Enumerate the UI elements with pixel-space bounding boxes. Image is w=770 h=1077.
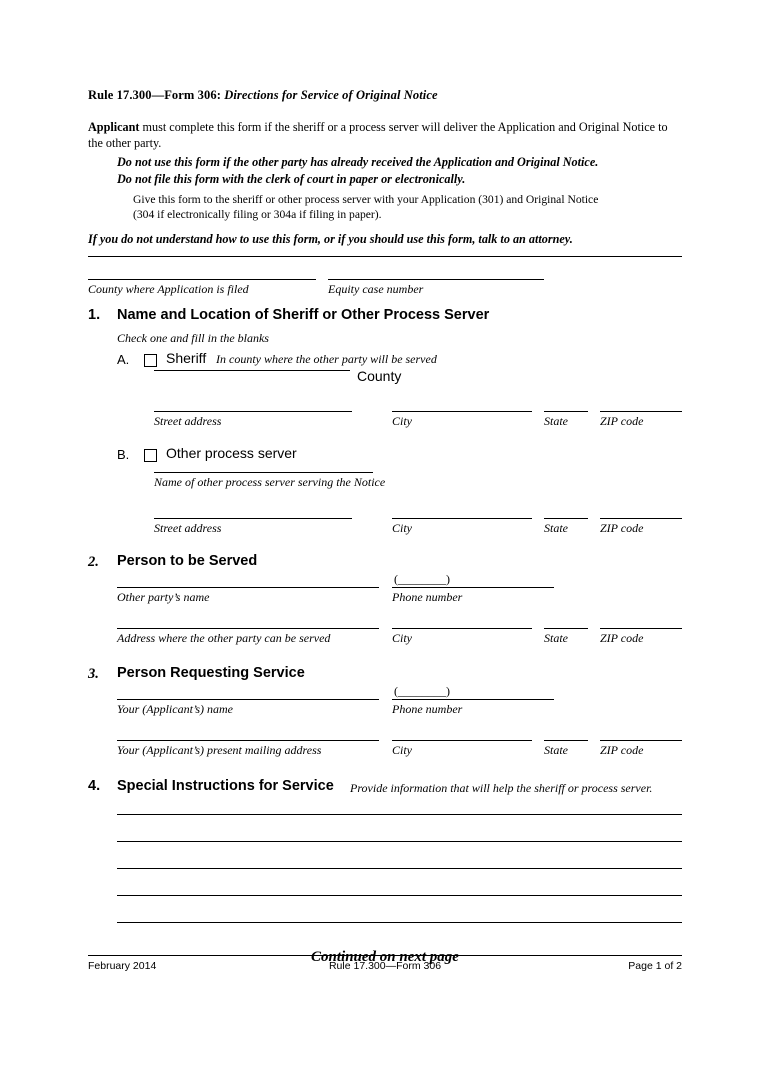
special-instructions-line-2[interactable] — [117, 841, 682, 842]
applicant-address-line[interactable] — [117, 740, 379, 741]
option-b-letter: B. — [117, 447, 130, 462]
section2-number: 2. — [88, 554, 99, 570]
server-street-caption: Street address — [154, 521, 222, 535]
other-party-address-caption: Address where the other party can be ser… — [117, 631, 331, 645]
sheriff-zip-line[interactable] — [600, 411, 682, 412]
document-title: Rule 17.300—Form 306: Directions for Ser… — [88, 88, 682, 103]
applicant-state-line[interactable] — [544, 740, 588, 741]
applicant-phone-line[interactable] — [392, 699, 554, 700]
applicant-paragraph: Applicant must complete this form if the… — [88, 120, 682, 151]
section3-title: Person Requesting Service — [117, 665, 305, 681]
server-zip-line[interactable] — [600, 518, 682, 519]
special-instructions-line-5[interactable] — [117, 922, 682, 923]
sheriff-street-line[interactable] — [154, 411, 352, 412]
attorney-note: If you do not understand how to use this… — [88, 232, 573, 246]
other-party-phone-paren: (________) — [394, 572, 450, 586]
footer-date: February 2014 — [88, 960, 157, 972]
other-party-state-caption: State — [544, 631, 568, 645]
server-city-line[interactable] — [392, 518, 532, 519]
document-body: Rule 17.300—Form 306: Directions for Ser… — [88, 88, 682, 1077]
other-party-address-line[interactable] — [117, 628, 379, 629]
instruction-line-2: (304 if electronically filing or 304a if… — [133, 208, 382, 221]
option-a-note: In county where the other party will be … — [216, 352, 437, 366]
title-suffix: Directions for Service of Original Notic… — [224, 88, 438, 102]
county-input-line[interactable] — [88, 279, 316, 280]
server-street-line[interactable] — [154, 518, 352, 519]
page-footer: February 2014 Rule 17.300—Form 306 Page … — [88, 955, 682, 978]
applicant-state-caption: State — [544, 743, 568, 757]
sheriff-zip-caption: ZIP code — [600, 414, 644, 428]
instruction-line-1: Give this form to the sheriff or other p… — [133, 193, 599, 206]
option-a-checkbox[interactable] — [144, 354, 157, 367]
sheriff-county-word: County — [357, 368, 402, 384]
footer-page-number: Page 1 of 2 — [628, 960, 682, 972]
applicant-text: must complete this form if the sheriff o… — [88, 120, 668, 150]
section4-title: Special Instructions for Service — [117, 778, 334, 794]
special-instructions-line-1[interactable] — [117, 814, 682, 815]
other-party-zip-line[interactable] — [600, 628, 682, 629]
applicant-address-caption: Your (Applicant’s) present mailing addre… — [117, 743, 322, 757]
sheriff-state-caption: State — [544, 414, 568, 428]
other-party-state-line[interactable] — [544, 628, 588, 629]
server-state-caption: State — [544, 521, 568, 535]
option-a-letter: A. — [117, 352, 130, 367]
section4-number: 4. — [88, 778, 101, 794]
document-page: Rule 17.300—Form 306: Directions for Ser… — [0, 0, 770, 1024]
sheriff-county-line[interactable] — [154, 370, 350, 371]
section1-subnote: Check one and fill in the blanks — [117, 331, 269, 345]
other-party-name-caption: Other party’s name — [117, 590, 210, 604]
section3-number: 3. — [88, 666, 99, 682]
special-instructions-line-3[interactable] — [117, 868, 682, 869]
county-caption: County where Application is filed — [88, 282, 249, 296]
other-party-name-line[interactable] — [117, 587, 379, 588]
server-city-caption: City — [392, 521, 412, 535]
sheriff-state-line[interactable] — [544, 411, 588, 412]
sheriff-city-caption: City — [392, 414, 412, 428]
special-instructions-line-4[interactable] — [117, 895, 682, 896]
warning-line-2: Do not file this form with the clerk of … — [117, 171, 466, 186]
option-a-label: Sheriff — [166, 350, 207, 366]
case-number-input-line[interactable] — [328, 279, 544, 280]
section1-title: Name and Location of Sheriff or Other Pr… — [117, 307, 490, 323]
sheriff-city-line[interactable] — [392, 411, 532, 412]
applicant-name-line[interactable] — [117, 699, 379, 700]
process-server-name-caption: Name of other process server serving the… — [154, 475, 386, 489]
applicant-zip-line[interactable] — [600, 740, 682, 741]
warning-line-1: Do not use this form if the other party … — [117, 155, 599, 169]
other-party-zip-caption: ZIP code — [600, 631, 644, 645]
title-prefix: Rule 17.300—Form 306: — [88, 88, 221, 102]
server-state-line[interactable] — [544, 518, 588, 519]
applicant-city-line[interactable] — [392, 740, 532, 741]
other-party-phone-line[interactable] — [392, 587, 554, 588]
form-canvas: County where Application is filed Equity… — [88, 257, 682, 1077]
applicant-city-caption: City — [392, 743, 412, 757]
applicant-phone-paren: (________) — [394, 684, 450, 698]
other-party-city-line[interactable] — [392, 628, 532, 629]
applicant-label: Applicant — [88, 120, 140, 134]
footer-divider — [88, 955, 682, 956]
option-b-checkbox[interactable] — [144, 449, 157, 462]
server-zip-caption: ZIP code — [600, 521, 644, 535]
case-number-caption: Equity case number — [328, 282, 424, 296]
sheriff-street-caption: Street address — [154, 414, 222, 428]
applicant-name-caption: Your (Applicant’s) name — [117, 702, 234, 716]
applicant-zip-caption: ZIP code — [600, 743, 644, 757]
option-b-label: Other process server — [166, 445, 297, 461]
other-party-city-caption: City — [392, 631, 412, 645]
footer-form-id: Rule 17.300—Form 306 — [328, 960, 442, 972]
section1-number: 1. — [88, 307, 101, 323]
section2-title: Person to be Served — [117, 553, 258, 569]
process-server-name-line[interactable] — [154, 472, 373, 473]
section4-note: Provide information that will help the s… — [350, 781, 653, 795]
applicant-phone-caption: Phone number — [392, 702, 463, 716]
other-party-phone-caption: Phone number — [392, 590, 463, 604]
